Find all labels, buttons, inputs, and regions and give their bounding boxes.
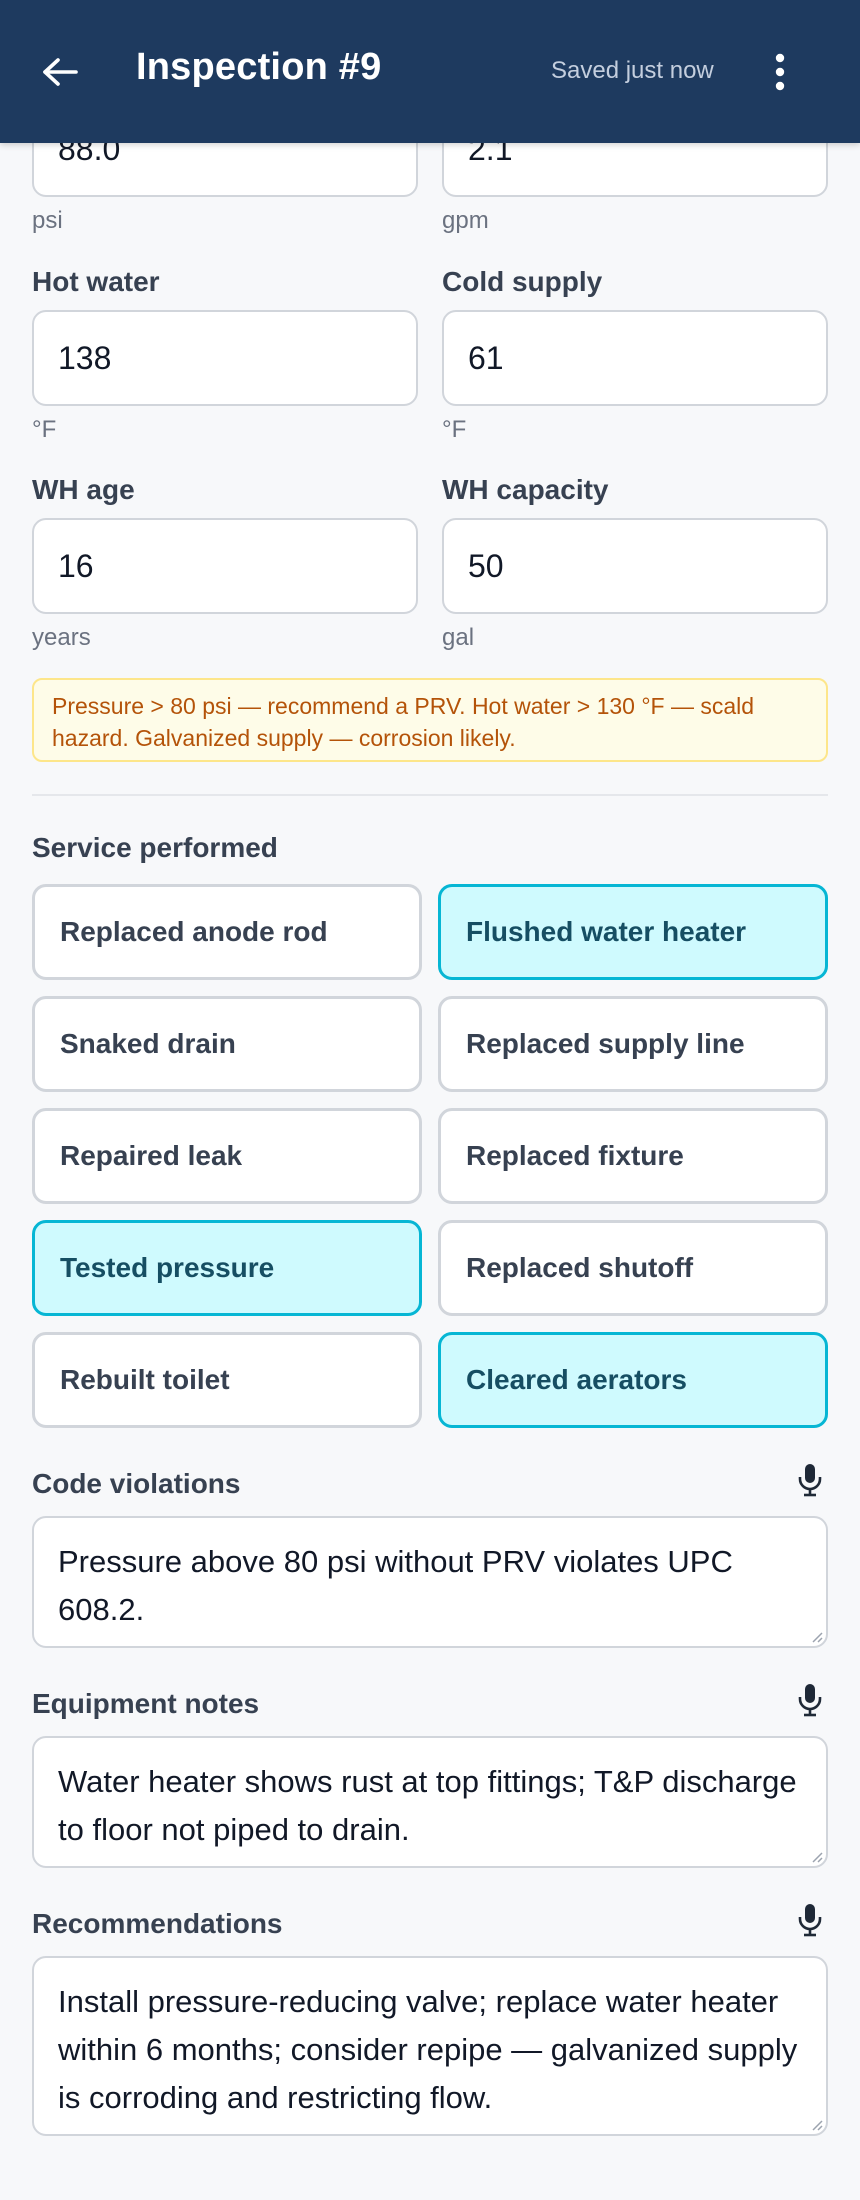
service-chip-snaked-drain[interactable]: Snaked drain xyxy=(32,996,422,1092)
hot-water-value: 138 xyxy=(58,339,112,376)
recommendations-textarea[interactable]: Install pressure-reducing valve; replace… xyxy=(32,1956,828,2136)
recommendations-label: Recommendations xyxy=(32,1908,283,1939)
pressure-unit: psi xyxy=(32,207,63,234)
chip-label: Snaked drain xyxy=(60,1028,236,1059)
hot-water-unit: °F xyxy=(32,416,57,443)
service-chip-cleared-aerators[interactable]: Cleared aerators xyxy=(438,1332,828,1428)
chip-label: Replaced fixture xyxy=(466,1140,684,1171)
save-status: Saved just now xyxy=(551,57,714,84)
resize-handle-icon[interactable] xyxy=(811,1631,823,1643)
wh-age-input[interactable]: 16 xyxy=(32,518,418,614)
wh-capacity-label: WH capacity xyxy=(442,474,609,505)
wh-age-label: WH age xyxy=(32,474,135,505)
equipment-notes-text: Water heater shows rust at top fittings;… xyxy=(58,1764,797,1847)
back-arrow-icon xyxy=(43,58,78,86)
service-chip-flushed-water-heater[interactable]: Flushed water heater xyxy=(438,884,828,980)
wh-age-unit: years xyxy=(32,624,91,651)
recommendations-text: Install pressure-reducing valve; replace… xyxy=(58,1984,798,2115)
code-violations-text: Pressure above 80 psi without PRV violat… xyxy=(58,1544,733,1627)
app-bar: Inspection #9 Saved just now xyxy=(0,0,860,143)
back-button[interactable] xyxy=(32,44,88,100)
more-vert-icon xyxy=(775,53,785,91)
wh-age-value: 16 xyxy=(58,547,94,584)
service-chip-replaced-anode-rod[interactable]: Replaced anode rod xyxy=(32,884,422,980)
chip-label: Replaced anode rod xyxy=(60,916,328,947)
service-chip-replaced-supply-line[interactable]: Replaced supply line xyxy=(438,996,828,1092)
wh-capacity-unit: gal xyxy=(442,624,475,651)
hot-water-label: Hot water xyxy=(32,266,160,297)
wh-capacity-value: 50 xyxy=(468,547,504,584)
cold-supply-input[interactable]: 61 xyxy=(442,310,828,406)
warning-banner: Pressure > 80 psi — recommend a PRV. Hot… xyxy=(32,678,828,762)
hot-water-input[interactable]: 138 xyxy=(32,310,418,406)
flow-unit: gpm xyxy=(442,207,489,234)
code-violations-label: Code violations xyxy=(32,1468,241,1499)
resize-handle-icon[interactable] xyxy=(811,2119,823,2131)
microphone-icon[interactable] xyxy=(790,1680,830,1720)
service-chip-repaired-leak[interactable]: Repaired leak xyxy=(32,1108,422,1204)
equipment-notes-label: Equipment notes xyxy=(32,1688,260,1719)
service-chip-rebuilt-toilet[interactable]: Rebuilt toilet xyxy=(32,1332,422,1428)
code-violations-textarea[interactable]: Pressure above 80 psi without PRV violat… xyxy=(32,1516,828,1648)
cold-supply-value: 61 xyxy=(468,339,504,376)
chip-label: Replaced shutoff xyxy=(466,1252,694,1283)
service-chip-tested-pressure[interactable]: Tested pressure xyxy=(32,1220,422,1316)
divider xyxy=(32,794,828,796)
more-menu-button[interactable] xyxy=(756,44,804,100)
cold-supply-label: Cold supply xyxy=(442,266,603,297)
chip-label: Tested pressure xyxy=(60,1252,275,1283)
microphone-icon[interactable] xyxy=(790,1900,830,1940)
resize-handle-icon[interactable] xyxy=(811,1851,823,1863)
wh-capacity-input[interactable]: 50 xyxy=(442,518,828,614)
chip-label: Rebuilt toilet xyxy=(60,1364,230,1395)
service-chip-replaced-fixture[interactable]: Replaced fixture xyxy=(438,1108,828,1204)
page-title: Inspection #9 xyxy=(136,46,382,88)
cold-supply-unit: °F xyxy=(442,416,467,443)
chip-label: Replaced supply line xyxy=(466,1028,745,1059)
chip-label: Cleared aerators xyxy=(466,1364,688,1395)
service-chip-replaced-shutoff[interactable]: Replaced shutoff xyxy=(438,1220,828,1316)
chip-label: Repaired leak xyxy=(60,1140,243,1171)
service-performed-label: Service performed xyxy=(32,832,278,863)
microphone-icon[interactable] xyxy=(790,1460,830,1500)
chip-label: Flushed water heater xyxy=(466,916,747,947)
equipment-notes-textarea[interactable]: Water heater shows rust at top fittings;… xyxy=(32,1736,828,1868)
